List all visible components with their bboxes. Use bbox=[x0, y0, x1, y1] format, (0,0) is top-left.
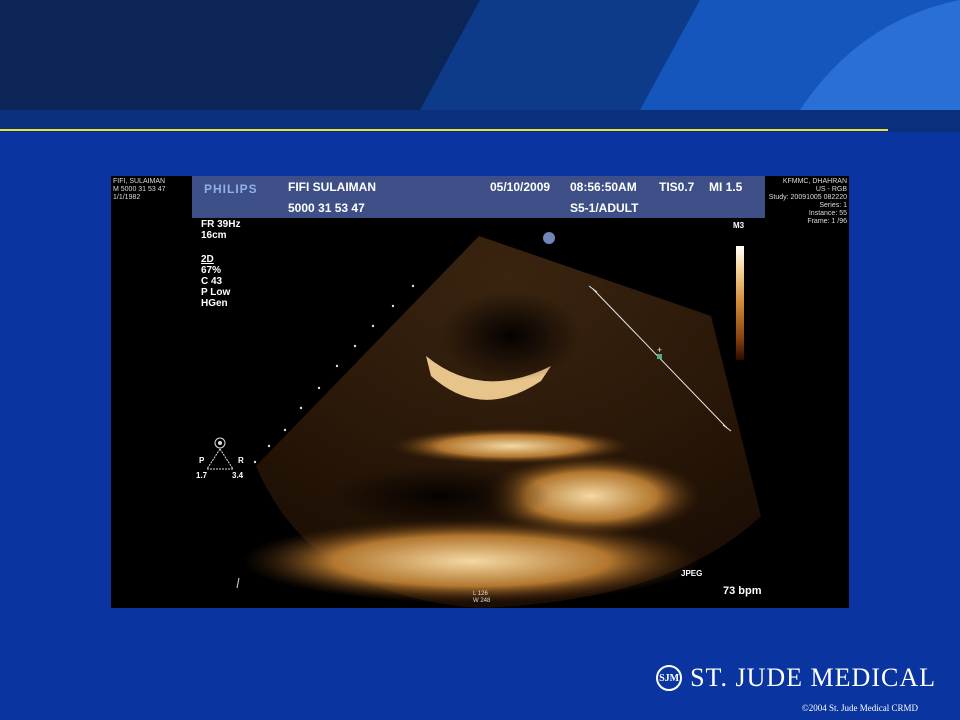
sjm-logo-mark: SJM bbox=[656, 665, 683, 691]
svg-text:+: + bbox=[657, 345, 662, 355]
tis-value: TIS0.7 bbox=[659, 180, 695, 194]
mode-label: 2D bbox=[201, 254, 214, 265]
info-line: Study: 20091005 082220 bbox=[768, 194, 847, 201]
orientation-left: P bbox=[199, 456, 205, 465]
info-line: M 5000 31 53 47 bbox=[113, 186, 166, 193]
info-line: FIFI, SULAIMAN bbox=[113, 178, 166, 185]
philips-logo: PHILIPS bbox=[204, 182, 258, 196]
orientation-right: R bbox=[238, 456, 244, 465]
header-band bbox=[0, 0, 960, 132]
gain: 67% bbox=[201, 265, 222, 276]
copyright-text: ©2004 St. Jude Medical CRMD bbox=[801, 703, 918, 713]
scanner-banner: PHILIPS FIFI SULAIMAN 5000 31 53 47 05/1… bbox=[192, 176, 765, 218]
depth: 16cm bbox=[201, 230, 227, 241]
map-label: M3 bbox=[733, 221, 745, 230]
info-line: KFMMC, DHAHRAN bbox=[782, 178, 847, 185]
info-line: 1/1/1982 bbox=[113, 194, 141, 201]
probe-label: S5-1/ADULT bbox=[570, 201, 639, 215]
orientation-right-value: 3.4 bbox=[232, 471, 244, 480]
info-line: L 126 bbox=[473, 591, 488, 597]
compression: C 43 bbox=[201, 276, 223, 287]
frame-rate: FR 39Hz bbox=[201, 219, 241, 230]
accent-rule bbox=[0, 129, 888, 131]
jpeg-label: JPEG bbox=[681, 569, 703, 578]
bottom-center-info: L 126 W 248 bbox=[473, 591, 490, 605]
echocardiogram-image: + FIFI, SULAIMAN M 5000 31 53 47 1/1/198… bbox=[111, 176, 849, 608]
heart-rate: 73 bpm bbox=[723, 585, 762, 597]
harmonic-mode: HGen bbox=[201, 298, 228, 309]
info-line: Instance: 55 bbox=[808, 210, 847, 217]
info-line: Series: 1 bbox=[819, 202, 847, 209]
patient-id: 5000 31 53 47 bbox=[288, 201, 365, 215]
patient-name: FIFI SULAIMAN bbox=[288, 180, 376, 194]
power: P Low bbox=[201, 287, 231, 298]
top-right-info: KFMMC, DHAHRAN US - RGB Study: 20091005 … bbox=[769, 178, 847, 226]
info-line: US - RGB bbox=[815, 186, 847, 193]
top-left-info: FIFI, SULAIMAN M 5000 31 53 47 1/1/1982 bbox=[113, 178, 166, 202]
exam-time: 08:56:50AM bbox=[570, 180, 637, 194]
orientation-left-value: 1.7 bbox=[196, 471, 208, 480]
info-line: W 248 bbox=[473, 598, 491, 604]
mi-value: MI 1.5 bbox=[709, 180, 743, 194]
st-jude-medical-logo: SJM ST. JUDE MEDICAL bbox=[656, 660, 936, 696]
info-line: Frame: 1 /96 bbox=[807, 218, 847, 225]
grayscale-map-bar bbox=[736, 246, 744, 360]
company-name: ST. JUDE MEDICAL bbox=[690, 663, 936, 692]
exam-date: 05/10/2009 bbox=[490, 180, 551, 194]
